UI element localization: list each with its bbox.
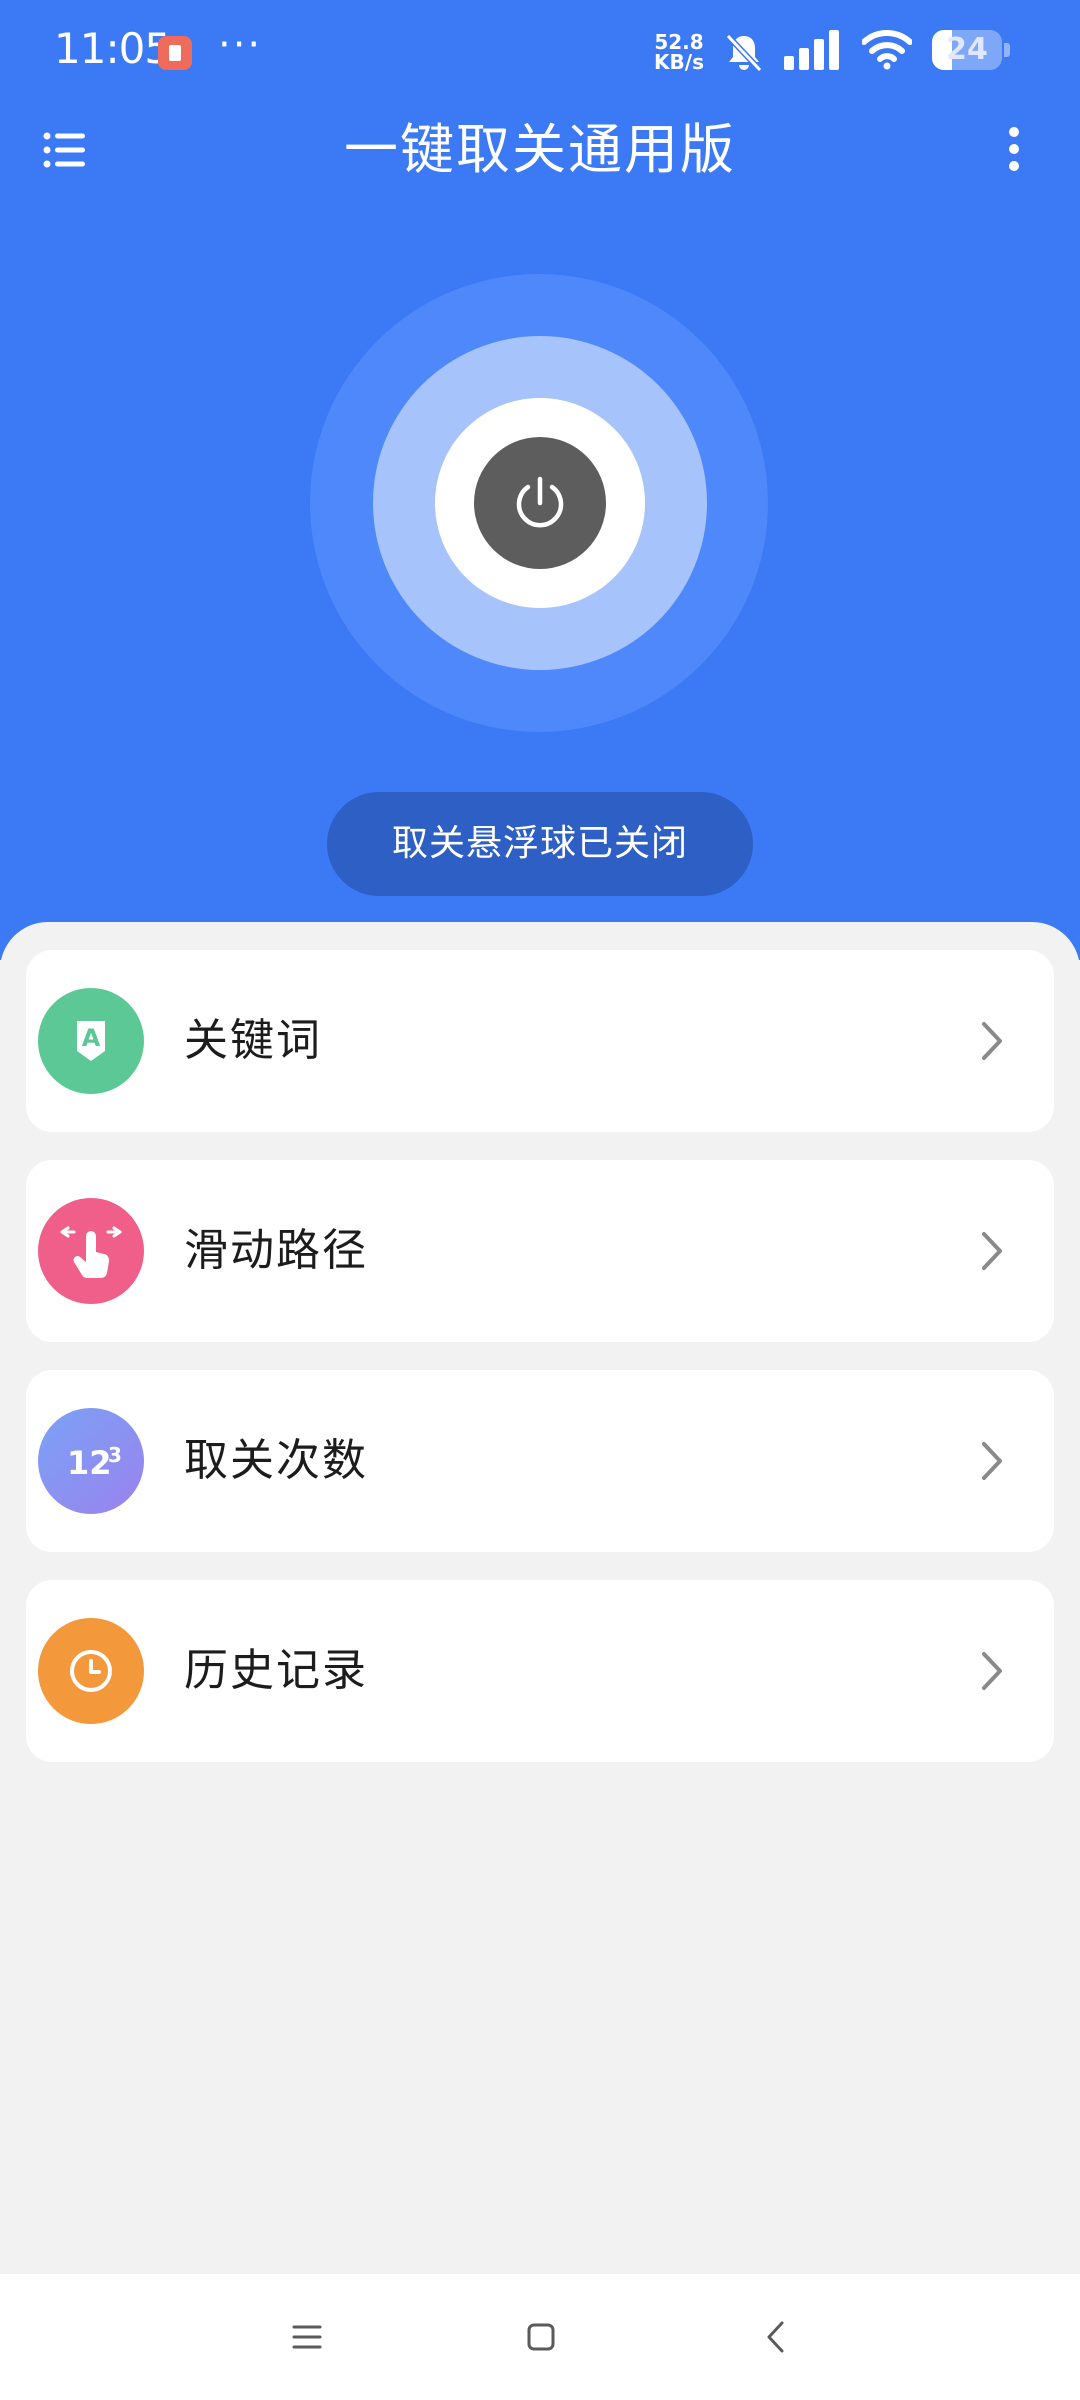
- menu-item-label: 滑动路径: [184, 1225, 368, 1276]
- menu-item-label: 历史记录: [184, 1645, 368, 1696]
- svg-text:A: A: [82, 1024, 101, 1052]
- status-time: 11:05: [54, 24, 171, 73]
- numbers-icon: 12 3: [38, 1408, 144, 1514]
- navigation-bar: [0, 2274, 1080, 2400]
- chevron-right-icon: [982, 1232, 1002, 1270]
- recent-apps-icon[interactable]: [284, 2314, 330, 2360]
- menu-item-swipe-path[interactable]: 滑动路径: [26, 1160, 1054, 1342]
- svg-text:12: 12: [67, 1444, 112, 1482]
- menu-item-unfollow-count[interactable]: 12 3 取关次数: [26, 1370, 1054, 1552]
- wifi-icon: [862, 30, 912, 70]
- keyword-icon: A: [38, 988, 144, 1094]
- more-notifications: ···: [218, 22, 263, 68]
- clock-icon: [38, 1618, 144, 1724]
- network-speed: 52.8 KB/s: [652, 32, 706, 72]
- power-icon: [516, 476, 564, 528]
- bell-muted-icon: [725, 33, 763, 73]
- chevron-right-icon: [982, 1442, 1002, 1480]
- content-sheet: A 关键词 滑动路径 12 3 取关次数 历史记录: [0, 922, 1080, 2274]
- menu-item-keywords[interactable]: A 关键词: [26, 950, 1054, 1132]
- chevron-right-icon: [982, 1652, 1002, 1690]
- menu-item-history[interactable]: 历史记录: [26, 1580, 1054, 1762]
- chevron-right-icon: [982, 1022, 1002, 1060]
- more-vertical-icon[interactable]: [992, 124, 1036, 178]
- app-notification-icon: [158, 36, 192, 70]
- menu-item-label: 取关次数: [184, 1435, 368, 1486]
- status-bar: 11:05 ··· 52.8 KB/s 24: [0, 0, 1080, 104]
- page-title: 一键取关通用版: [344, 118, 736, 181]
- floating-ball-status[interactable]: 取关悬浮球已关闭: [327, 792, 753, 896]
- menu-item-label: 关键词: [184, 1015, 322, 1066]
- power-button[interactable]: [474, 437, 606, 569]
- network-speed-unit: KB/s: [654, 50, 704, 74]
- network-speed-value: 52.8: [654, 30, 704, 54]
- svg-text:3: 3: [108, 1443, 122, 1467]
- signal-icon: [784, 30, 839, 70]
- home-icon[interactable]: [518, 2314, 564, 2360]
- battery-icon: 24: [932, 30, 1010, 70]
- back-icon[interactable]: [754, 2314, 800, 2360]
- swipe-hand-icon: [38, 1198, 144, 1304]
- battery-level: 24: [946, 32, 988, 67]
